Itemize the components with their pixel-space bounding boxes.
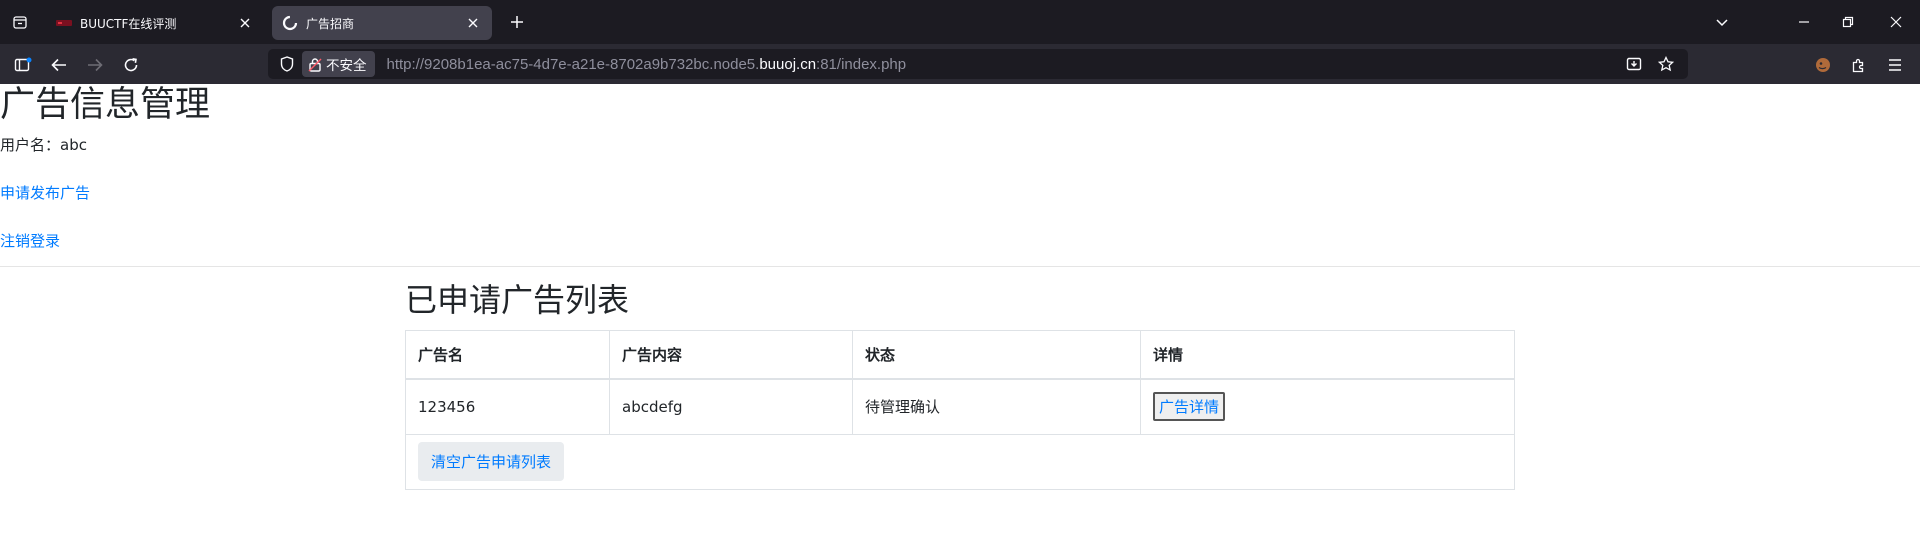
hamburger-menu-icon[interactable]	[1882, 52, 1908, 78]
close-tab-icon[interactable]	[464, 14, 482, 32]
ad-detail-button[interactable]: 广告详情	[1153, 392, 1226, 421]
tab-ad-recruit[interactable]: 广告招商	[272, 6, 492, 40]
close-tab-icon[interactable]	[236, 14, 254, 32]
cell-status: 待管理确认	[852, 378, 1141, 435]
tab-bar: BUUCTF在线评测 广告招商	[0, 0, 1920, 44]
tab-title: 广告招商	[306, 16, 355, 31]
header-ad-content: 广告内容	[609, 330, 853, 380]
tab-title: BUUCTF在线评测	[80, 16, 177, 31]
save-to-pocket-icon[interactable]	[1622, 52, 1646, 76]
url-text[interactable]: http://9208b1ea-ac75-4d7e-a21e-8702a9b73…	[387, 56, 907, 73]
navigation-bar: 不安全 http://9208b1ea-ac75-4d7e-a21e-8702a…	[0, 44, 1920, 84]
cell-ad-name: 123456	[405, 378, 610, 435]
url-bar[interactable]: 不安全 http://9208b1ea-ac75-4d7e-a21e-8702a…	[268, 49, 1688, 79]
ad-list-table: 广告名 广告内容 状态 详情 123456 abcdefg 待管理确认 广告详情…	[405, 330, 1515, 490]
username-line: 用户名：abc	[0, 134, 87, 156]
reload-icon[interactable]	[118, 52, 144, 78]
loading-icon	[282, 15, 298, 31]
username-value: abc	[60, 136, 87, 154]
clear-ad-list-button[interactable]: 清空广告申请列表	[418, 442, 565, 481]
minimize-icon[interactable]	[1792, 10, 1816, 34]
url-host: buuoj.cn	[759, 55, 817, 73]
logout-link[interactable]: 注销登录	[0, 230, 60, 252]
new-tab-icon[interactable]	[505, 10, 529, 34]
tab-list-icon[interactable]	[6, 8, 34, 36]
restore-icon[interactable]	[1836, 10, 1860, 34]
bookmark-star-icon[interactable]	[1654, 52, 1678, 76]
forward-arrow-icon[interactable]	[82, 52, 108, 78]
url-prefix: http://9208b1ea-ac75-4d7e-a21e-8702a9b73…	[386, 55, 760, 73]
ad-list-title: 已申请广告列表	[405, 281, 630, 319]
table-footer-row: 清空广告申请列表	[405, 433, 1515, 490]
buuctf-logo-icon	[56, 15, 72, 31]
security-label: 不安全	[326, 58, 367, 73]
tab-buuctf[interactable]: BUUCTF在线评测	[46, 6, 264, 40]
sidebar-icon[interactable]	[10, 52, 36, 78]
header-status: 状态	[852, 330, 1141, 380]
close-window-icon[interactable]	[1884, 10, 1908, 34]
cell-detail: 广告详情	[1140, 378, 1515, 435]
extensions-puzzle-icon[interactable]	[1846, 52, 1872, 78]
chevron-down-icon[interactable]	[1710, 10, 1734, 34]
header-ad-name: 广告名	[405, 330, 610, 380]
footer-cell: 清空广告申请列表	[405, 433, 1515, 490]
url-suffix: :81/index.php	[816, 55, 907, 73]
divider	[0, 266, 1920, 267]
apply-ad-link[interactable]: 申请发布广告	[0, 182, 90, 204]
table-row: 123456 abcdefg 待管理确认 广告详情	[405, 378, 1515, 435]
header-detail: 详情	[1140, 330, 1515, 380]
table-header-row: 广告名 广告内容 状态 详情	[405, 330, 1515, 380]
back-arrow-icon[interactable]	[46, 52, 72, 78]
not-secure-badge[interactable]: 不安全	[302, 51, 375, 77]
cell-ad-content: abcdefg	[609, 378, 853, 435]
username-label: 用户名：	[0, 136, 61, 154]
page-content: 广告信息管理 用户名：abc 申请发布广告 注销登录 已申请广告列表 广告名 广…	[0, 84, 1920, 536]
page-title: 广告信息管理	[0, 85, 211, 125]
insecure-lock-icon	[308, 57, 322, 72]
extension-avatar-icon[interactable]	[1810, 52, 1836, 78]
shield-icon[interactable]	[274, 51, 300, 77]
